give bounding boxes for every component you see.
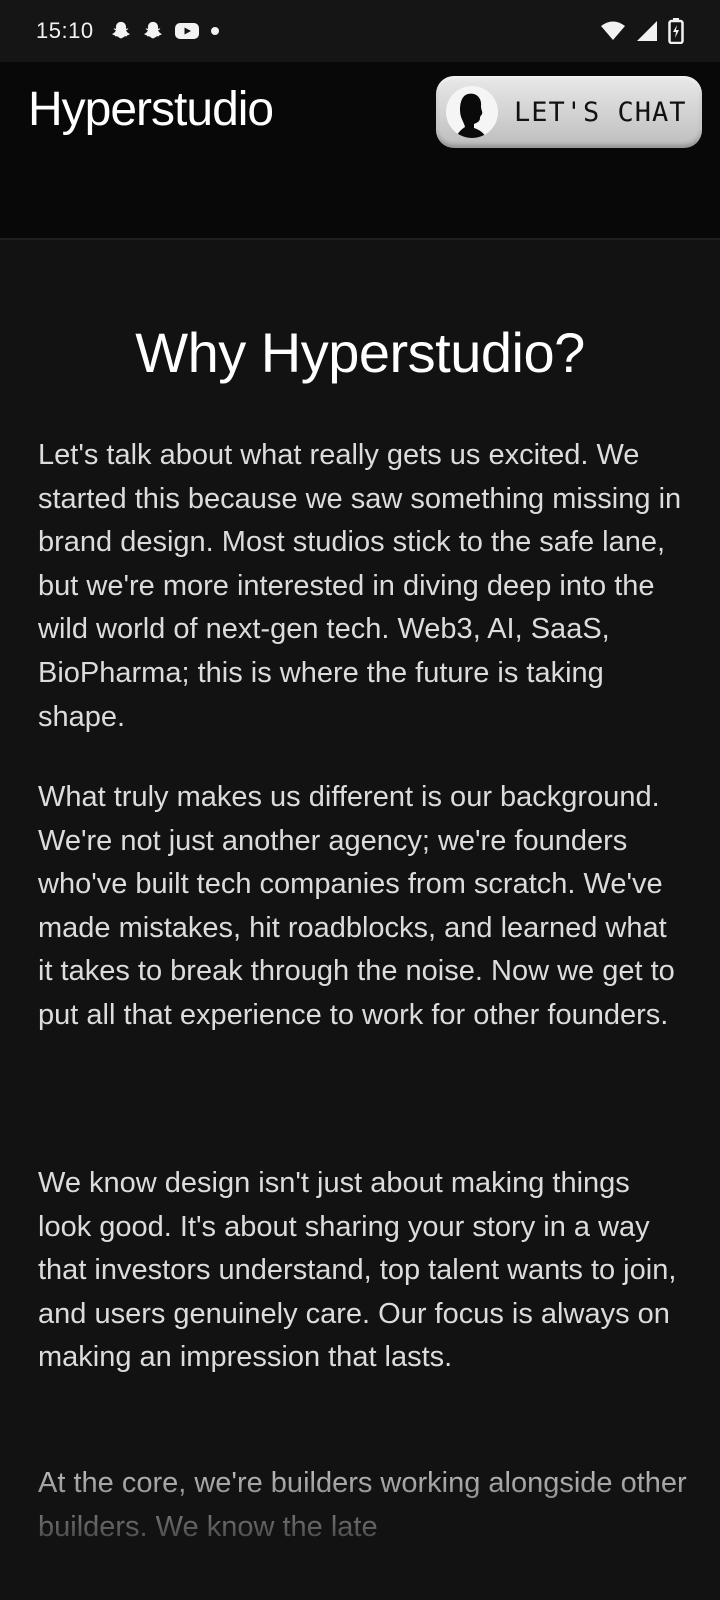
status-left: 15:10 [36,18,220,44]
section-title: Why Hyperstudio? [135,321,585,384]
profile-silhouette-icon [456,93,486,138]
battery-charging-icon [668,18,684,44]
status-time: 15:10 [36,18,94,43]
paragraph: At the core, we're builders working alon… [38,1467,687,1543]
why-section: Why Hyperstudio? Let's talk about what r… [0,242,720,1600]
status-bar: 15:10 [0,0,720,62]
lets-chat-label: LET'S CHAT [514,96,687,128]
lets-chat-button[interactable]: LET'S CHAT [436,76,702,148]
paragraph: What truly makes us different is our bac… [38,781,675,1031]
avatar [446,86,498,138]
youtube-icon [174,21,200,41]
paragraph: Let's talk about what really gets us exc… [38,439,682,733]
snapchat-icon [110,20,132,42]
wifi-icon [600,20,626,42]
snapchat-icon [142,20,164,42]
signal-icon [636,20,658,42]
brand-logo[interactable]: Hyperstudio [28,82,274,137]
paragraph: We know design isn't just about making t… [38,1167,677,1374]
dot-icon [210,26,220,36]
top-navigation: Hyperstudio LET'S CHAT [0,62,720,240]
status-right [600,18,684,44]
